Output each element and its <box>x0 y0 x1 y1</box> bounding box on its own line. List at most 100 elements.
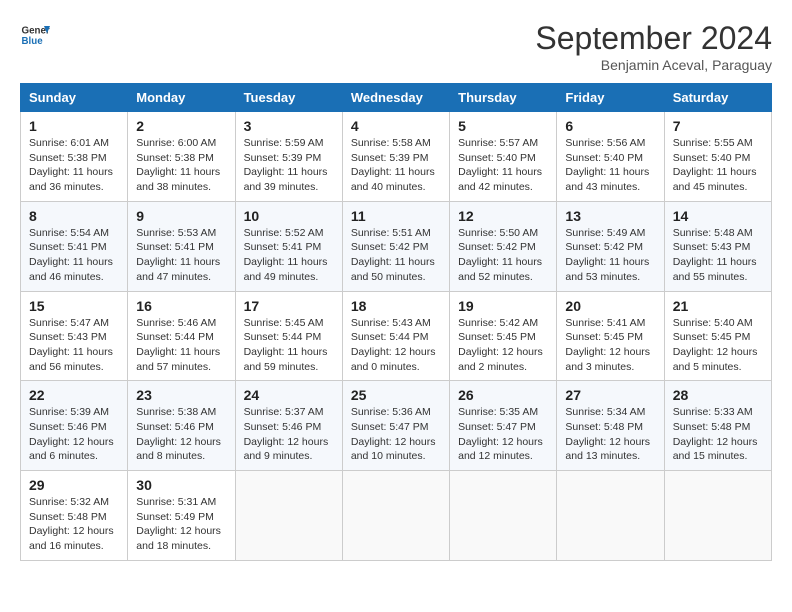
day-number: 4 <box>351 118 441 134</box>
weekday-header-friday: Friday <box>557 84 664 112</box>
day-number: 26 <box>458 387 548 403</box>
calendar-cell: 6Sunrise: 5:56 AMSunset: 5:40 PMDaylight… <box>557 112 664 202</box>
calendar-cell: 23Sunrise: 5:38 AMSunset: 5:46 PMDayligh… <box>128 381 235 471</box>
weekday-header-sunday: Sunday <box>21 84 128 112</box>
title-block: September 2024 Benjamin Aceval, Paraguay <box>535 20 772 73</box>
calendar-cell: 5 Sunrise: 5:57 AMSunset: 5:40 PMDaylight… <box>450 112 557 202</box>
calendar-cell: 9Sunrise: 5:53 AMSunset: 5:41 PMDaylight… <box>128 201 235 291</box>
calendar-week-5: 29 Sunrise: 5:32 AMSunset: 5:48 PMDayligh… <box>21 471 772 561</box>
calendar-cell: 10 Sunrise: 5:52 AMSunset: 5:41 PMDayligh… <box>235 201 342 291</box>
day-number: 11 <box>351 208 441 224</box>
day-number: 24 <box>244 387 334 403</box>
calendar-cell: 15 Sunrise: 5:47 AMSunset: 5:43 PMDayligh… <box>21 291 128 381</box>
day-number: 14 <box>673 208 763 224</box>
calendar-cell: 19 Sunrise: 5:42 AMSunset: 5:45 PMDayligh… <box>450 291 557 381</box>
day-info: Sunrise: 5:45 AMSunset: 5:44 PMDaylight:… <box>244 316 334 375</box>
day-info: Sunrise: 5:32 AMSunset: 5:48 PMDaylight:… <box>29 495 119 554</box>
day-number: 22 <box>29 387 119 403</box>
calendar-cell: 14 Sunrise: 5:48 AMSunset: 5:43 PMDayligh… <box>664 201 771 291</box>
calendar-week-1: 1Sunrise: 6:01 AMSunset: 5:38 PMDaylight… <box>21 112 772 202</box>
day-info: Sunrise: 5:52 AMSunset: 5:41 PMDaylight:… <box>244 226 334 285</box>
calendar-cell: 17 Sunrise: 5:45 AMSunset: 5:44 PMDayligh… <box>235 291 342 381</box>
day-info: Sunrise: 5:41 AMSunset: 5:45 PMDaylight:… <box>565 316 655 375</box>
calendar-cell: 20 Sunrise: 5:41 AMSunset: 5:45 PMDayligh… <box>557 291 664 381</box>
day-number: 7 <box>673 118 763 134</box>
day-info: Sunrise: 5:34 AMSunset: 5:48 PMDaylight:… <box>565 405 655 464</box>
calendar-week-2: 8Sunrise: 5:54 AMSunset: 5:41 PMDaylight… <box>21 201 772 291</box>
day-number: 27 <box>565 387 655 403</box>
day-number: 16 <box>136 298 226 314</box>
day-info: Sunrise: 5:48 AMSunset: 5:43 PMDaylight:… <box>673 226 763 285</box>
svg-text:Blue: Blue <box>22 36 44 47</box>
calendar-cell: 29 Sunrise: 5:32 AMSunset: 5:48 PMDayligh… <box>21 471 128 561</box>
day-number: 25 <box>351 387 441 403</box>
day-info: Sunrise: 5:58 AMSunset: 5:39 PMDaylight:… <box>351 136 441 195</box>
day-number: 9 <box>136 208 226 224</box>
calendar-cell: 11 Sunrise: 5:51 AMSunset: 5:42 PMDayligh… <box>342 201 449 291</box>
day-info: Sunrise: 5:47 AMSunset: 5:43 PMDaylight:… <box>29 316 119 375</box>
calendar-cell <box>450 471 557 561</box>
calendar-cell <box>235 471 342 561</box>
day-number: 2 <box>136 118 226 134</box>
day-number: 17 <box>244 298 334 314</box>
day-info: Sunrise: 5:54 AMSunset: 5:41 PMDaylight:… <box>29 226 119 285</box>
day-number: 29 <box>29 477 119 493</box>
day-info: Sunrise: 5:40 AMSunset: 5:45 PMDaylight:… <box>673 316 763 375</box>
weekday-header-saturday: Saturday <box>664 84 771 112</box>
calendar-cell: 3 Sunrise: 5:59 AMSunset: 5:39 PMDaylight… <box>235 112 342 202</box>
calendar-cell: 30Sunrise: 5:31 AMSunset: 5:49 PMDayligh… <box>128 471 235 561</box>
calendar-cell: 27 Sunrise: 5:34 AMSunset: 5:48 PMDayligh… <box>557 381 664 471</box>
day-number: 15 <box>29 298 119 314</box>
day-number: 1 <box>29 118 119 134</box>
calendar-week-4: 22Sunrise: 5:39 AMSunset: 5:46 PMDayligh… <box>21 381 772 471</box>
day-info: Sunrise: 5:37 AMSunset: 5:46 PMDaylight:… <box>244 405 334 464</box>
calendar-cell: 16 Sunrise: 5:46 AMSunset: 5:44 PMDayligh… <box>128 291 235 381</box>
calendar-week-3: 15 Sunrise: 5:47 AMSunset: 5:43 PMDayligh… <box>21 291 772 381</box>
calendar-cell: 12 Sunrise: 5:50 AMSunset: 5:42 PMDayligh… <box>450 201 557 291</box>
day-number: 3 <box>244 118 334 134</box>
day-info: Sunrise: 5:35 AMSunset: 5:47 PMDaylight:… <box>458 405 548 464</box>
day-number: 18 <box>351 298 441 314</box>
calendar-cell: 22Sunrise: 5:39 AMSunset: 5:46 PMDayligh… <box>21 381 128 471</box>
day-number: 23 <box>136 387 226 403</box>
day-info: Sunrise: 5:46 AMSunset: 5:44 PMDaylight:… <box>136 316 226 375</box>
day-info: Sunrise: 5:36 AMSunset: 5:47 PMDaylight:… <box>351 405 441 464</box>
weekday-header-monday: Monday <box>128 84 235 112</box>
calendar-cell: 8Sunrise: 5:54 AMSunset: 5:41 PMDaylight… <box>21 201 128 291</box>
logo-icon: General Blue <box>20 20 50 50</box>
day-info: Sunrise: 5:50 AMSunset: 5:42 PMDaylight:… <box>458 226 548 285</box>
day-number: 10 <box>244 208 334 224</box>
calendar-cell: 18 Sunrise: 5:43 AMSunset: 5:44 PMDayligh… <box>342 291 449 381</box>
calendar-cell: 26 Sunrise: 5:35 AMSunset: 5:47 PMDayligh… <box>450 381 557 471</box>
weekday-header-tuesday: Tuesday <box>235 84 342 112</box>
calendar-cell: 1Sunrise: 6:01 AMSunset: 5:38 PMDaylight… <box>21 112 128 202</box>
day-info: Sunrise: 5:43 AMSunset: 5:44 PMDaylight:… <box>351 316 441 375</box>
weekday-header-wednesday: Wednesday <box>342 84 449 112</box>
calendar-cell <box>664 471 771 561</box>
calendar-table: SundayMondayTuesdayWednesdayThursdayFrid… <box>20 83 772 561</box>
day-info: Sunrise: 5:42 AMSunset: 5:45 PMDaylight:… <box>458 316 548 375</box>
calendar-cell: 13 Sunrise: 5:49 AMSunset: 5:42 PMDayligh… <box>557 201 664 291</box>
calendar-cell <box>557 471 664 561</box>
calendar-cell: 7Sunrise: 5:55 AMSunset: 5:40 PMDaylight… <box>664 112 771 202</box>
day-number: 28 <box>673 387 763 403</box>
day-info: Sunrise: 5:49 AMSunset: 5:42 PMDaylight:… <box>565 226 655 285</box>
day-number: 13 <box>565 208 655 224</box>
day-info: Sunrise: 5:51 AMSunset: 5:42 PMDaylight:… <box>351 226 441 285</box>
day-number: 5 <box>458 118 548 134</box>
day-info: Sunrise: 5:59 AMSunset: 5:39 PMDaylight:… <box>244 136 334 195</box>
day-number: 12 <box>458 208 548 224</box>
logo: General Blue <box>20 20 50 50</box>
day-number: 20 <box>565 298 655 314</box>
day-number: 6 <box>565 118 655 134</box>
day-info: Sunrise: 5:57 AMSunset: 5:40 PMDaylight:… <box>458 136 548 195</box>
calendar-cell: 28Sunrise: 5:33 AMSunset: 5:48 PMDayligh… <box>664 381 771 471</box>
day-info: Sunrise: 6:00 AMSunset: 5:38 PMDaylight:… <box>136 136 226 195</box>
calendar-cell: 21 Sunrise: 5:40 AMSunset: 5:45 PMDayligh… <box>664 291 771 381</box>
month-title: September 2024 <box>535 20 772 57</box>
day-number: 19 <box>458 298 548 314</box>
day-info: Sunrise: 5:31 AMSunset: 5:49 PMDaylight:… <box>136 495 226 554</box>
day-number: 21 <box>673 298 763 314</box>
calendar-cell <box>342 471 449 561</box>
calendar-cell: 2 Sunrise: 6:00 AMSunset: 5:38 PMDaylight… <box>128 112 235 202</box>
